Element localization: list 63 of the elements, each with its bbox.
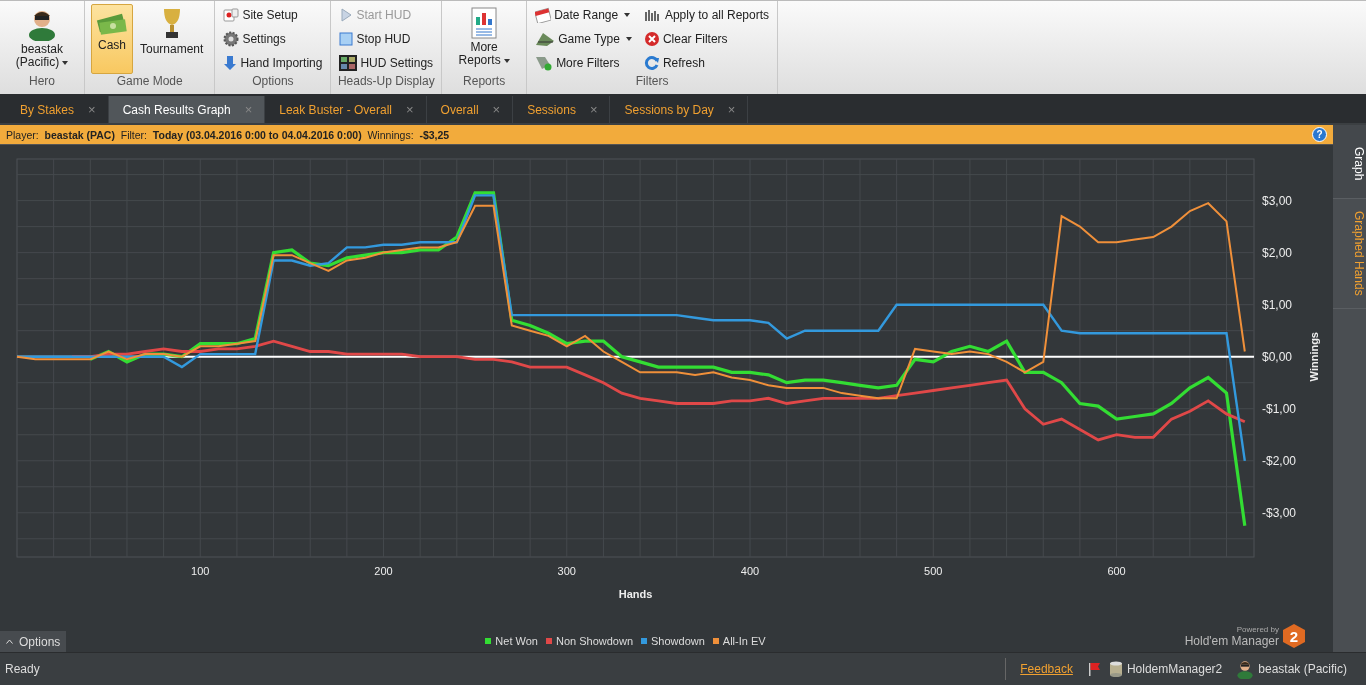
- axis-label: 400: [740, 565, 760, 577]
- close-icon[interactable]: ×: [492, 102, 501, 117]
- group-label: Hero: [28, 74, 56, 90]
- group-label: Heads-Up Display: [337, 74, 436, 90]
- ribbon-button[interactable]: Clear Filters: [641, 28, 771, 50]
- group-label: Game Mode: [115, 74, 184, 90]
- close-icon[interactable]: ×: [88, 102, 96, 117]
- ribbon-button[interactable]: More Filters: [533, 52, 634, 74]
- hero-button[interactable]: beastak (Pacific): [6, 4, 78, 74]
- side-tab[interactable]: Graphed Hands: [1333, 199, 1366, 310]
- axis-label: 600: [1107, 565, 1126, 577]
- group-label: Filters: [634, 74, 670, 90]
- filter-summary: Player: beastak (PAC) Filter: Today (03.04.2016 0:00 to 04.04.2016 0:00) Winnings: -$3,25: [6, 128, 450, 141]
- legend-label: Non Showdown: [555, 635, 633, 647]
- axis-label: -$2,00: [1262, 453, 1297, 468]
- player-name: beastak (Pacific): [1258, 662, 1347, 676]
- axis-label: 200: [374, 565, 393, 577]
- status-text: Ready: [5, 662, 41, 676]
- side-tab[interactable]: Graph: [1333, 125, 1366, 200]
- group-label: Reports: [462, 74, 507, 90]
- axis-label: 100: [191, 565, 210, 577]
- close-icon[interactable]: ×: [589, 102, 598, 117]
- ribbon-button[interactable]: Date Range: [533, 4, 634, 26]
- product-name: Hold'em Manager: [1184, 633, 1279, 648]
- close-icon[interactable]: ×: [727, 102, 736, 117]
- axis-label: 500: [924, 565, 943, 577]
- axis-label: $0,00: [1262, 349, 1293, 364]
- tab[interactable]: Sessions ×: [513, 96, 611, 123]
- axis-label: $2,00: [1262, 245, 1293, 260]
- axis-title: Winnings: [1308, 332, 1320, 382]
- axis-title: Hands: [618, 588, 653, 600]
- tab[interactable]: Overall ×: [426, 96, 514, 123]
- mode-button[interactable]: Tournament: [135, 4, 209, 74]
- ribbon-button[interactable]: Settings: [221, 28, 325, 50]
- powered-by-text: Powered by: [1236, 624, 1279, 634]
- help-icon[interactable]: ?: [1312, 127, 1327, 142]
- ribbon-button[interactable]: Hand Importing: [221, 52, 325, 74]
- tab[interactable]: Sessions by Day ×: [610, 96, 749, 123]
- axis-label: $1,00: [1262, 297, 1293, 312]
- close-icon[interactable]: ×: [406, 102, 414, 117]
- database-name: HoldemManager2: [1126, 662, 1223, 676]
- ribbon-button[interactable]: Apply to all Reports: [641, 4, 771, 26]
- axis-label: $3,00: [1262, 193, 1293, 208]
- feedback-link[interactable]: Feedback: [1020, 662, 1073, 676]
- group-label: Options: [251, 74, 295, 90]
- tab[interactable]: Cash Results Graph ×: [108, 96, 266, 123]
- reports-button[interactable]: More Reports: [448, 4, 521, 74]
- axis-label: 300: [557, 565, 576, 577]
- legend-label: All-In EV: [722, 635, 766, 647]
- legend-label: Showdown: [651, 635, 705, 647]
- ribbon-button[interactable]: Game Type: [533, 28, 634, 50]
- mode-button[interactable]: Cash: [91, 4, 133, 74]
- legend-label: Net Won: [495, 635, 538, 647]
- tab[interactable]: By Stakes ×: [6, 96, 109, 123]
- ribbon-button[interactable]: HUD Settings: [337, 52, 436, 74]
- logo: 2: [1283, 624, 1305, 648]
- ribbon-button[interactable]: Stop HUD: [337, 28, 436, 50]
- axis-label: -$3,00: [1262, 505, 1297, 520]
- axis-label: -$1,00: [1262, 401, 1297, 416]
- ribbon-button[interactable]: Site Setup: [221, 4, 325, 26]
- tab[interactable]: Leak Buster - Overall ×: [265, 96, 427, 123]
- ribbon-button[interactable]: Refresh: [641, 52, 771, 74]
- options-button[interactable]: Options: [0, 631, 67, 652]
